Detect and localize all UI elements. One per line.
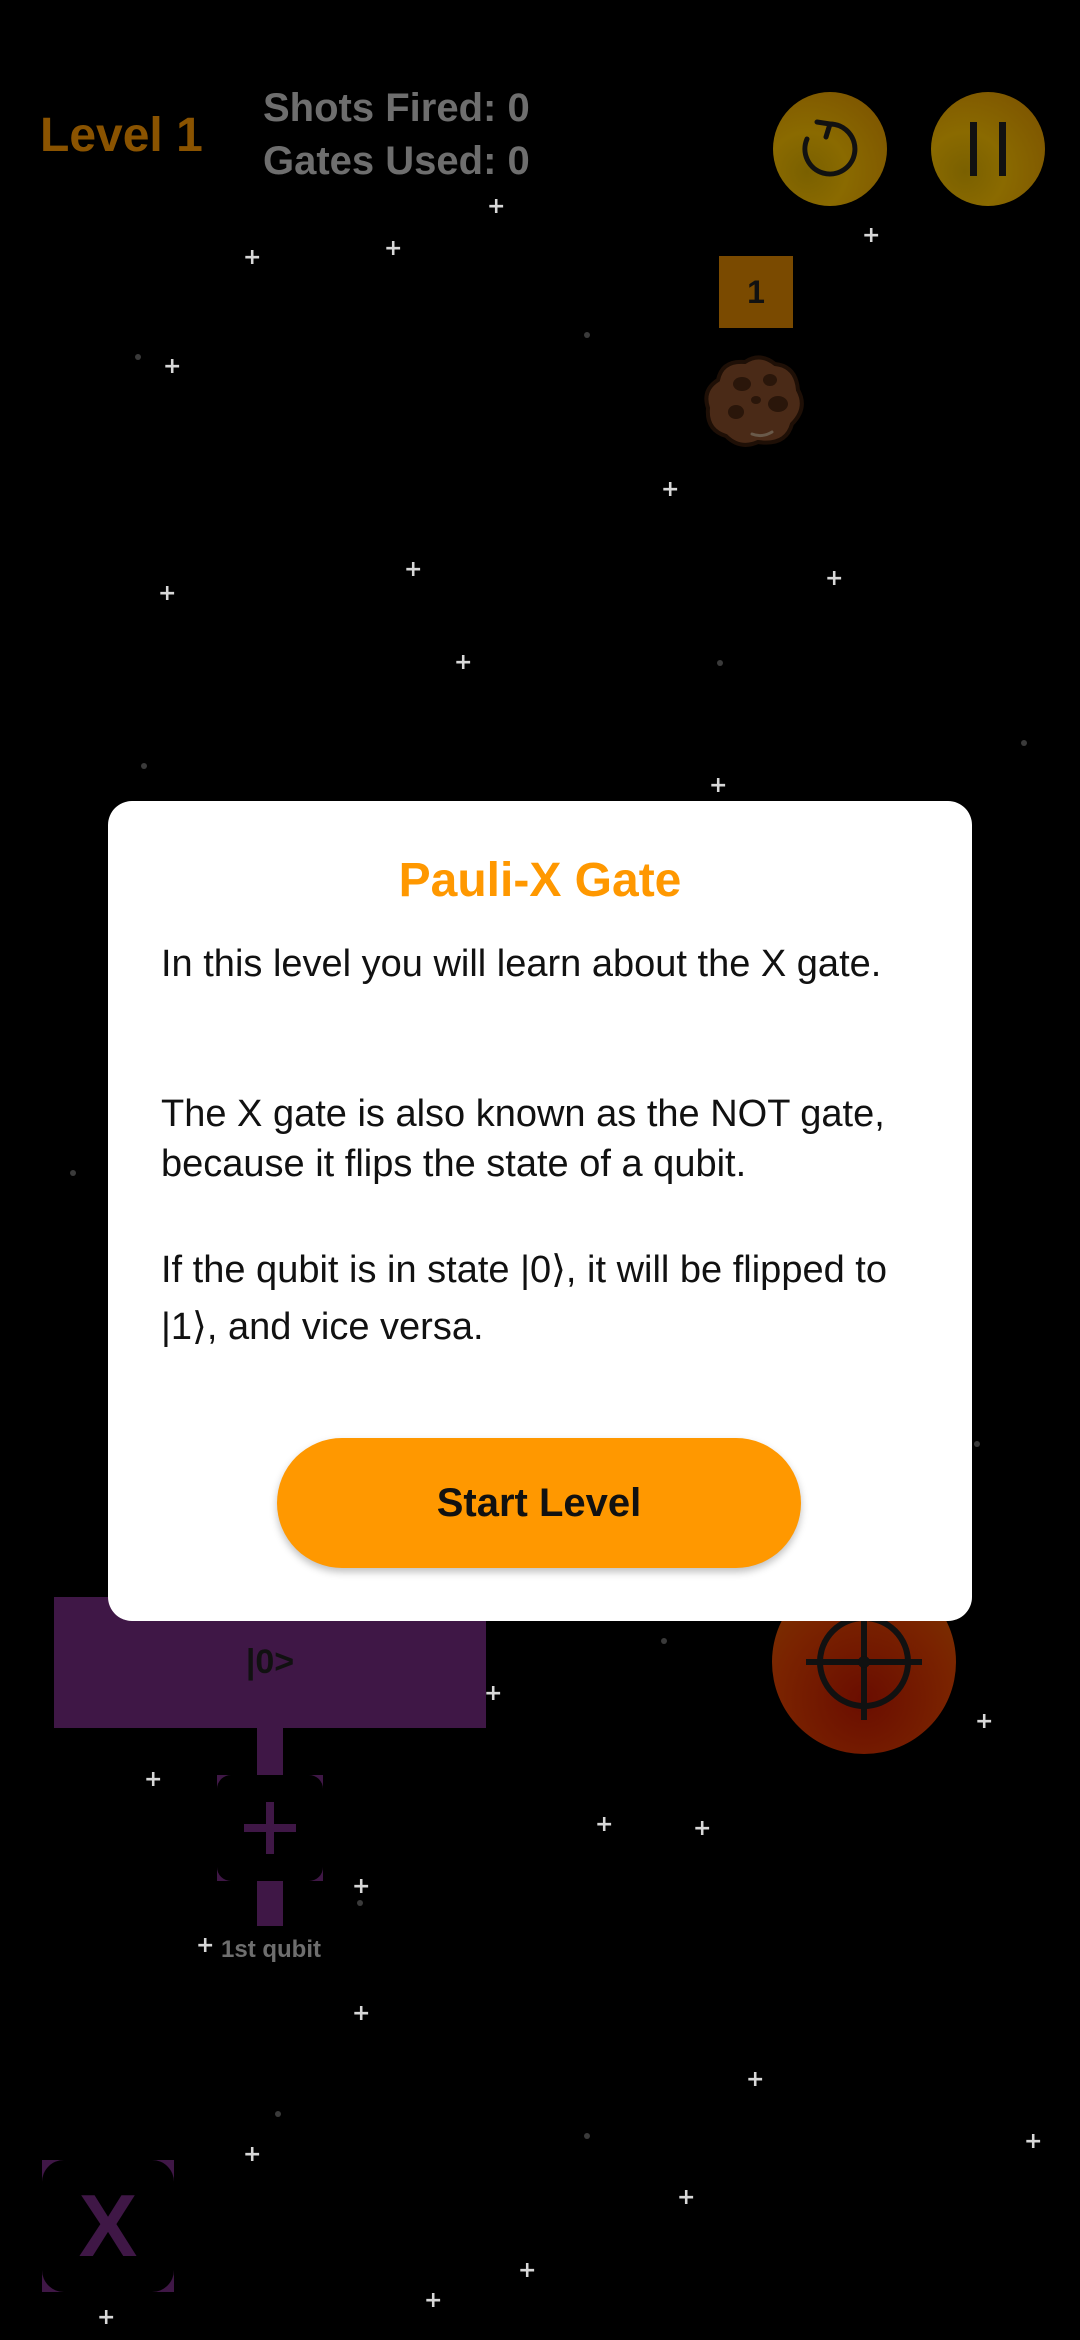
- star: +: [975, 1709, 994, 1734]
- dialog-title: Pauli-X Gate: [398, 854, 682, 907]
- star: [141, 763, 147, 769]
- star: +: [454, 650, 473, 675]
- shots-fired-counter: Shots Fired: 0: [263, 86, 530, 130]
- game-screen: + + + + + + + + + + + + + + + + + + + + …: [0, 0, 1080, 2340]
- asteroid-icon: [704, 355, 804, 447]
- star: +: [352, 2001, 371, 2026]
- star: +: [352, 1874, 371, 1899]
- qubit-label: 1st qubit: [221, 1936, 321, 1963]
- star: [974, 1441, 980, 1447]
- stats-panel: Shots Fired: 0 Gates Used: 0: [263, 82, 530, 188]
- star: +: [709, 773, 728, 798]
- star: +: [97, 2305, 116, 2330]
- gates-used-counter: Gates Used: 0: [263, 139, 530, 183]
- star: +: [404, 557, 423, 582]
- star: +: [825, 566, 844, 591]
- restart-icon: [802, 119, 858, 177]
- star: [70, 1170, 76, 1176]
- star: [135, 354, 141, 360]
- dialog-paragraph: If the qubit is in state |0⟩, it will be…: [161, 1249, 887, 1348]
- star: +: [158, 581, 177, 606]
- star: +: [1024, 2129, 1043, 2154]
- dialog-paragraph: The X gate is also known as the NOT gate…: [161, 1093, 885, 1185]
- star: [1021, 740, 1027, 746]
- pause-button[interactable]: [931, 92, 1045, 206]
- restart-button[interactable]: [773, 92, 887, 206]
- pause-icon: [970, 122, 1006, 176]
- star: [661, 1638, 667, 1644]
- x-gate-label: X: [42, 2160, 174, 2292]
- star: [584, 332, 590, 338]
- star: +: [484, 1681, 503, 1706]
- intro-dialog: Pauli-X Gate In this level you will lear…: [108, 801, 972, 1621]
- star: [275, 2111, 281, 2117]
- star: [717, 660, 723, 666]
- star: +: [862, 223, 881, 248]
- plus-icon: [244, 1802, 296, 1854]
- star: +: [487, 194, 506, 219]
- star: +: [518, 2258, 537, 2283]
- star: +: [243, 2142, 262, 2167]
- level-indicator: Level 1: [40, 109, 203, 162]
- gate-slot-well: [217, 1775, 323, 1881]
- dialog-paragraph: In this level you will learn about the X…: [161, 943, 882, 985]
- star: +: [677, 2185, 696, 2210]
- start-level-button[interactable]: Start Level: [277, 1438, 801, 1568]
- asteroid-hit-points: 1: [719, 256, 793, 328]
- star: +: [144, 1767, 163, 1792]
- star: +: [424, 2288, 443, 2313]
- star: [357, 1900, 363, 1906]
- star: +: [661, 477, 680, 502]
- x-gate-tile[interactable]: X: [42, 2160, 174, 2292]
- star: +: [384, 236, 403, 261]
- star: +: [693, 1816, 712, 1841]
- star: +: [163, 354, 182, 379]
- star: [584, 2133, 590, 2139]
- star: +: [243, 245, 262, 270]
- star: +: [595, 1812, 614, 1837]
- add-gate-slot[interactable]: [217, 1775, 323, 1881]
- star: +: [746, 2067, 765, 2092]
